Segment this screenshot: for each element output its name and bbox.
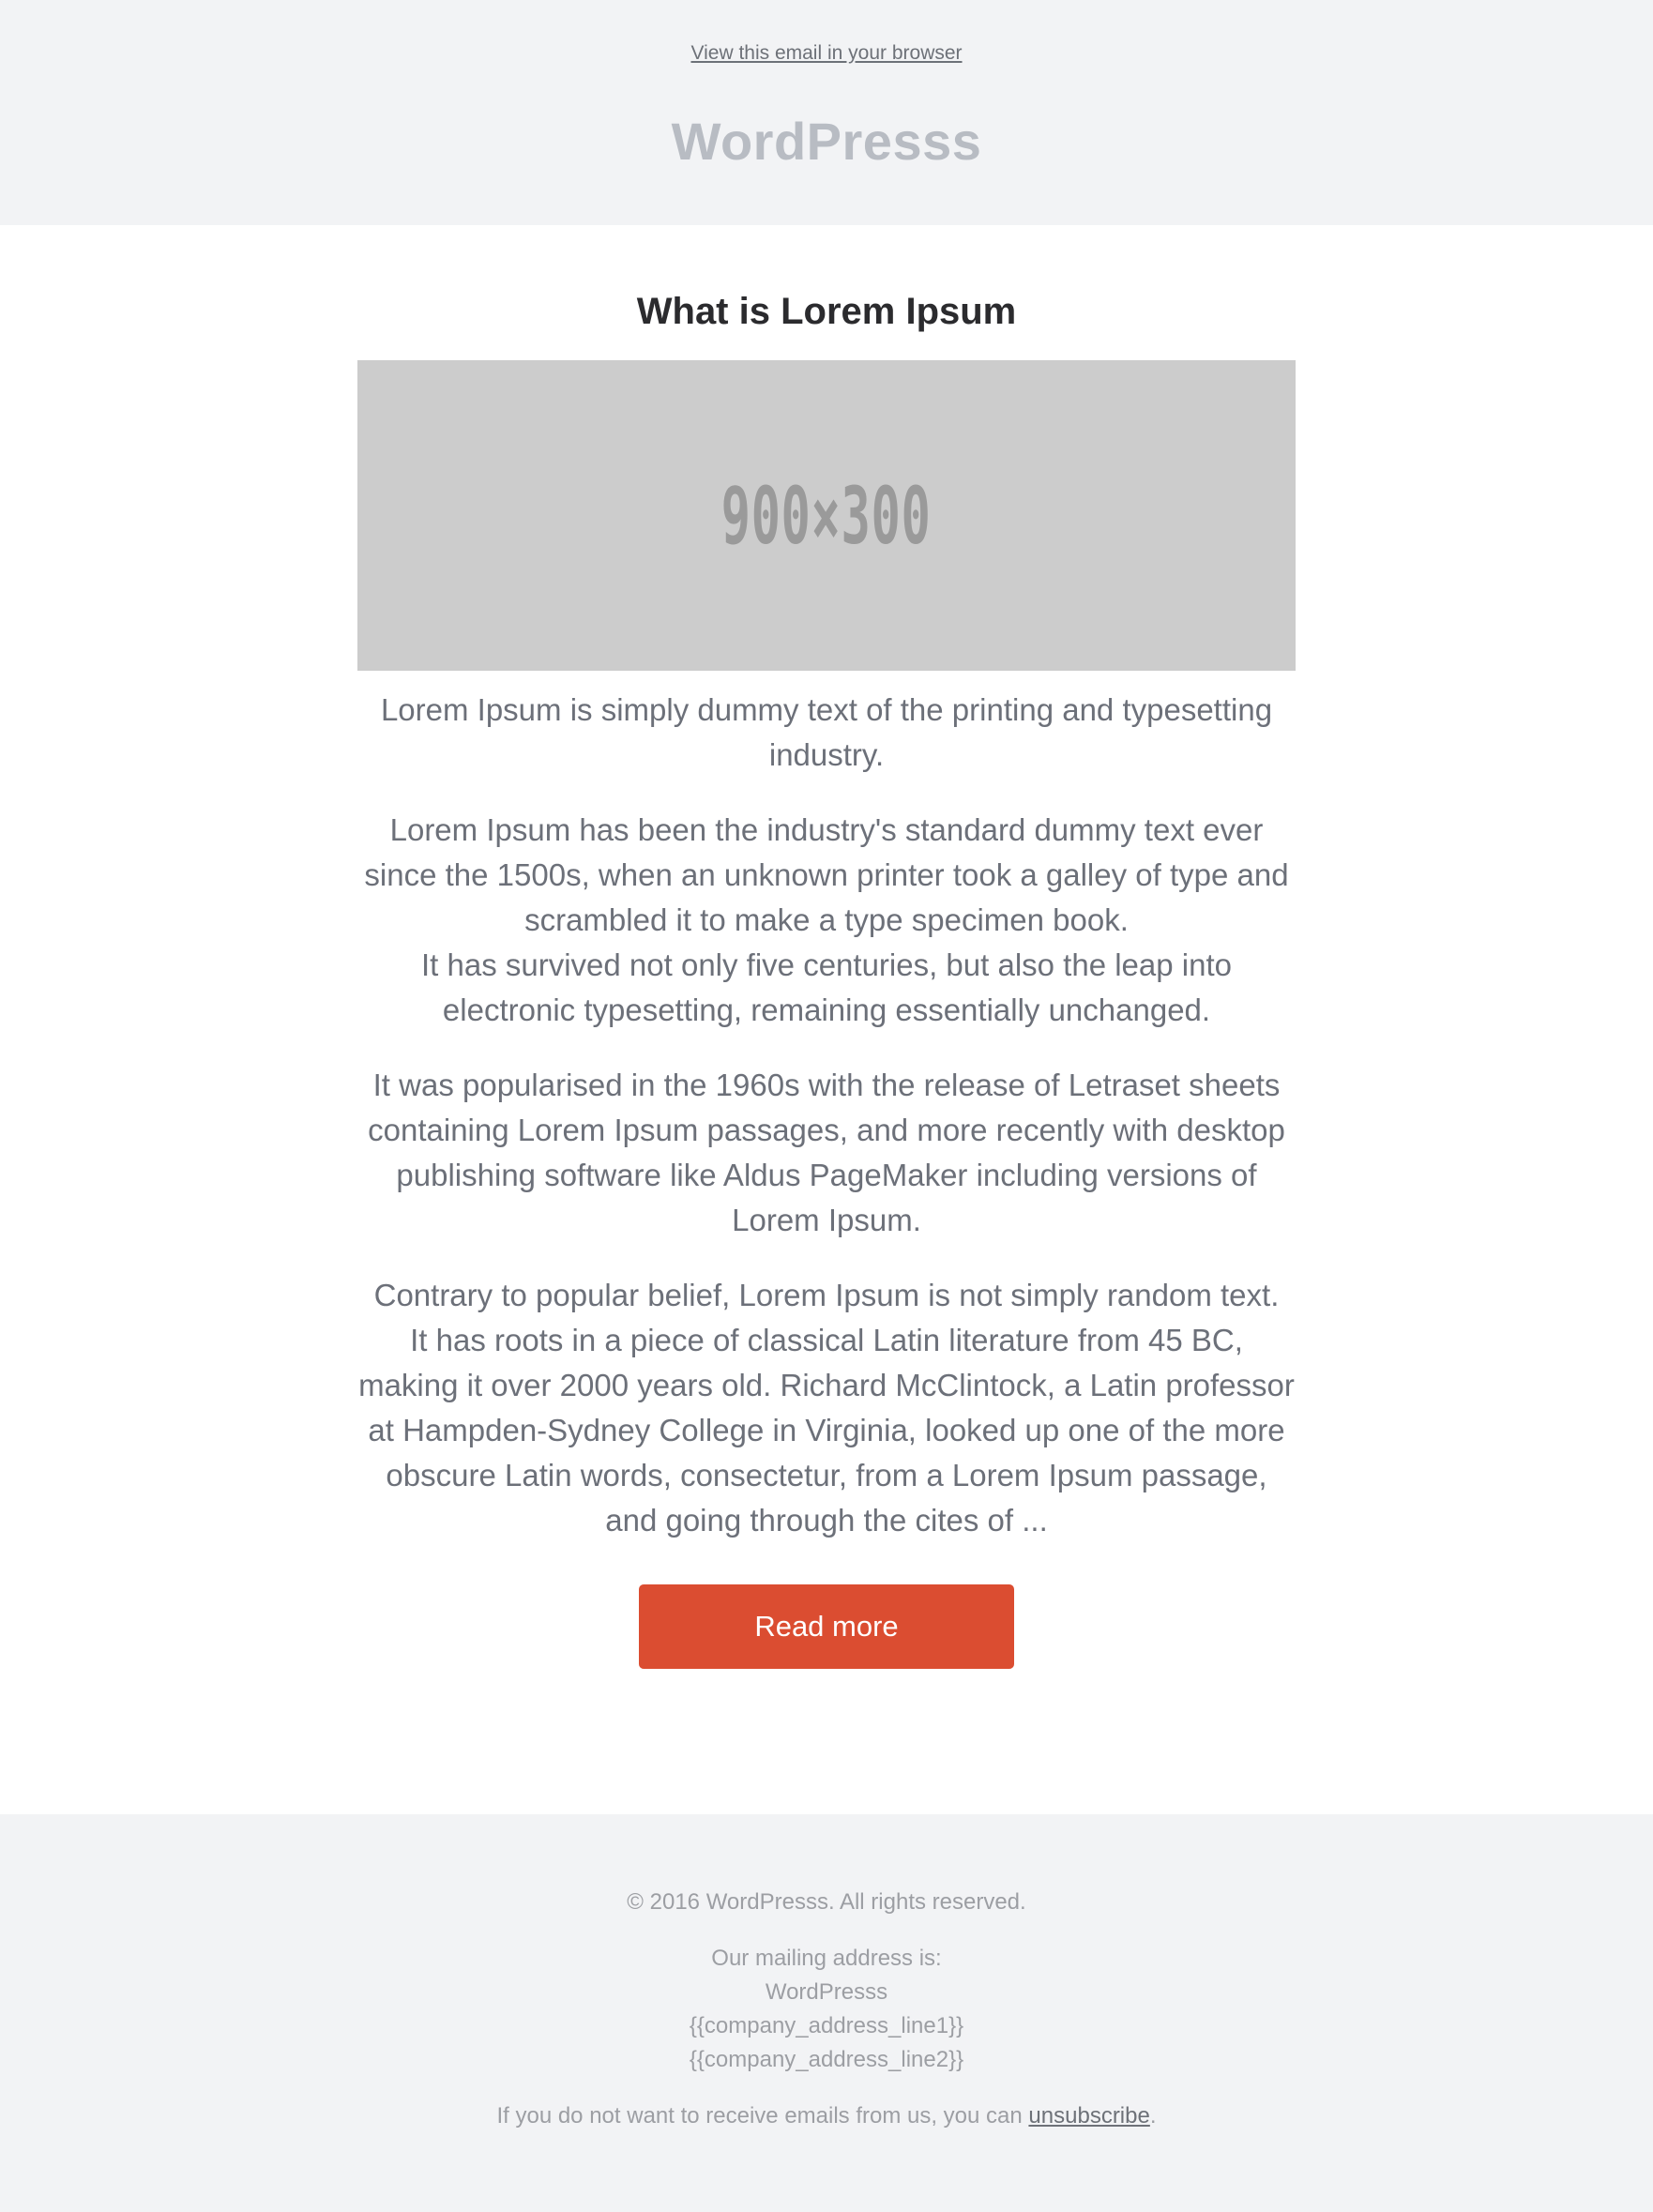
mailing-label: Our mailing address is: — [711, 1946, 942, 1971]
article-paragraph: Lorem Ipsum is simply dummy text of the … — [357, 688, 1296, 778]
paragraph-text: It has survived not only five centuries,… — [421, 947, 1232, 1027]
unsubscribe-notice: If you do not want to receive emails fro… — [0, 2099, 1653, 2133]
view-in-browser-link[interactable]: View this email in your browser — [0, 42, 1653, 65]
paragraph-text: It has roots in a piece of classical Lat… — [358, 1323, 1295, 1538]
email-page: View this email in your browser WordPres… — [0, 0, 1653, 2212]
unsubscribe-prefix: If you do not want to receive emails fro… — [496, 2103, 1029, 2129]
read-more-button[interactable]: Read more — [639, 1584, 1014, 1669]
email-footer: © 2016 WordPresss. All rights reserved. … — [0, 1814, 1653, 2212]
cta-wrapper: Read more — [357, 1584, 1296, 1669]
mailing-address: Our mailing address is: WordPresss {{com… — [0, 1942, 1653, 2077]
paragraph-text: Contrary to popular belief, Lorem Ipsum … — [373, 1278, 1280, 1312]
article-title: What is Lorem Ipsum — [636, 291, 1017, 332]
article-paragraph: Contrary to popular belief, Lorem Ipsum … — [357, 1273, 1296, 1543]
article-paragraph: It was popularised in the 1960s with the… — [357, 1063, 1296, 1243]
email-header: View this email in your browser WordPres… — [0, 0, 1653, 225]
hero-image-placeholder: 900×300 — [357, 360, 1296, 671]
paragraph-text: Lorem Ipsum is simply dummy text of the … — [380, 692, 1273, 772]
unsubscribe-suffix: . — [1149, 2103, 1157, 2129]
paragraph-text: It was popularised in the 1960s with the… — [368, 1068, 1285, 1237]
paragraph-text: Lorem Ipsum has been the industry's stan… — [364, 812, 1289, 937]
article: What is Lorem Ipsum 900×300 Lorem Ipsum … — [357, 225, 1296, 1669]
unsubscribe-link[interactable]: unsubscribe — [1028, 2103, 1149, 2129]
company-name: WordPresss — [765, 1979, 888, 2005]
address-line-1: {{company_address_line1}} — [689, 2013, 964, 2038]
email-body: What is Lorem Ipsum 900×300 Lorem Ipsum … — [0, 225, 1653, 1814]
address-line-2: {{company_address_line2}} — [689, 2047, 964, 2072]
image-size-label: 900×300 — [721, 469, 932, 562]
brand-logo-text: WordPresss — [671, 112, 982, 171]
article-paragraph: Lorem Ipsum has been the industry's stan… — [357, 808, 1296, 1033]
copyright-text: © 2016 WordPresss. All rights reserved. — [627, 1889, 1026, 1915]
article-body: Lorem Ipsum is simply dummy text of the … — [357, 688, 1296, 1543]
